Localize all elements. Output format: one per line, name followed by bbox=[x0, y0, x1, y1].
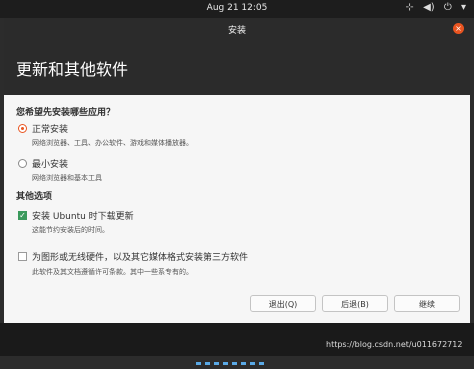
window-title: 安装 bbox=[227, 26, 246, 36]
third-party-label: 为图形或无线硬件，以及其它媒体格式安装第三方软件 bbox=[32, 253, 249, 263]
normal-install-desc: 网络浏览器、工具、办公软件、游戏和媒体播放器。 bbox=[32, 139, 193, 147]
progress-dot bbox=[223, 362, 228, 365]
download-updates-checkbox[interactable]: ✓ bbox=[18, 211, 27, 220]
installer-window: 安装 × 更新和其他软件 您希望先安装哪些应用？ 正常安装 网络浏览器、工具、办… bbox=[4, 18, 470, 323]
system-tray[interactable]: ⊹ ◀) ⏻ ▾ bbox=[400, 2, 467, 13]
title-bar: 安装 × bbox=[4, 18, 470, 40]
progress-dot bbox=[241, 362, 246, 365]
normal-install-option[interactable]: 正常安装 bbox=[18, 122, 68, 135]
progress-dot bbox=[250, 362, 255, 365]
top-panel: Aug 21 12:05 ⊹ ◀) ⏻ ▾ bbox=[0, 0, 474, 18]
other-options-heading: 其他选项 bbox=[16, 192, 53, 202]
download-updates-label: 安装 Ubuntu 时下载更新 bbox=[32, 212, 134, 222]
progress-dot bbox=[259, 362, 264, 365]
page-title: 更新和其他软件 bbox=[16, 60, 129, 79]
normal-install-label: 正常安装 bbox=[32, 125, 69, 135]
chevron-down-icon[interactable]: ▾ bbox=[461, 2, 466, 13]
volume-icon[interactable]: ◀) bbox=[423, 2, 435, 13]
main-content: 您希望先安装哪些应用？ 正常安装 网络浏览器、工具、办公软件、游戏和媒体播放器。… bbox=[4, 95, 470, 323]
network-icon[interactable]: ⊹ bbox=[406, 2, 414, 13]
close-button[interactable]: × bbox=[453, 23, 464, 34]
progress-dot bbox=[205, 362, 210, 365]
third-party-option[interactable]: 为图形或无线硬件，以及其它媒体格式安装第三方软件 bbox=[18, 250, 248, 263]
apps-question: 您希望先安装哪些应用？ bbox=[16, 108, 116, 118]
watermark: https://blog.csdn.net/u011672712 bbox=[326, 340, 463, 349]
quit-button[interactable]: 退出(Q) bbox=[250, 295, 316, 312]
continue-button[interactable]: 继续 bbox=[394, 295, 460, 312]
progress-dot bbox=[232, 362, 237, 365]
radio-normal[interactable] bbox=[18, 124, 27, 133]
progress-dot bbox=[214, 362, 219, 365]
minimal-install-label: 最小安装 bbox=[32, 160, 69, 170]
progress-dots bbox=[196, 350, 268, 369]
third-party-desc: 此软件及其文档遵循许可条款。其中一些系专有的。 bbox=[32, 268, 193, 276]
power-icon[interactable]: ⏻ bbox=[444, 2, 452, 13]
radio-minimal[interactable] bbox=[18, 159, 27, 168]
progress-dot bbox=[196, 362, 201, 365]
page-header: 更新和其他软件 bbox=[4, 40, 470, 95]
download-updates-option[interactable]: ✓ 安装 Ubuntu 时下载更新 bbox=[18, 209, 134, 222]
third-party-checkbox[interactable] bbox=[18, 252, 27, 261]
download-updates-desc: 这能节约安装后的时间。 bbox=[32, 226, 109, 234]
minimal-install-desc: 网络浏览器和基本工具 bbox=[32, 174, 102, 182]
back-button[interactable]: 后退(B) bbox=[322, 295, 388, 312]
minimal-install-option[interactable]: 最小安装 bbox=[18, 157, 68, 170]
